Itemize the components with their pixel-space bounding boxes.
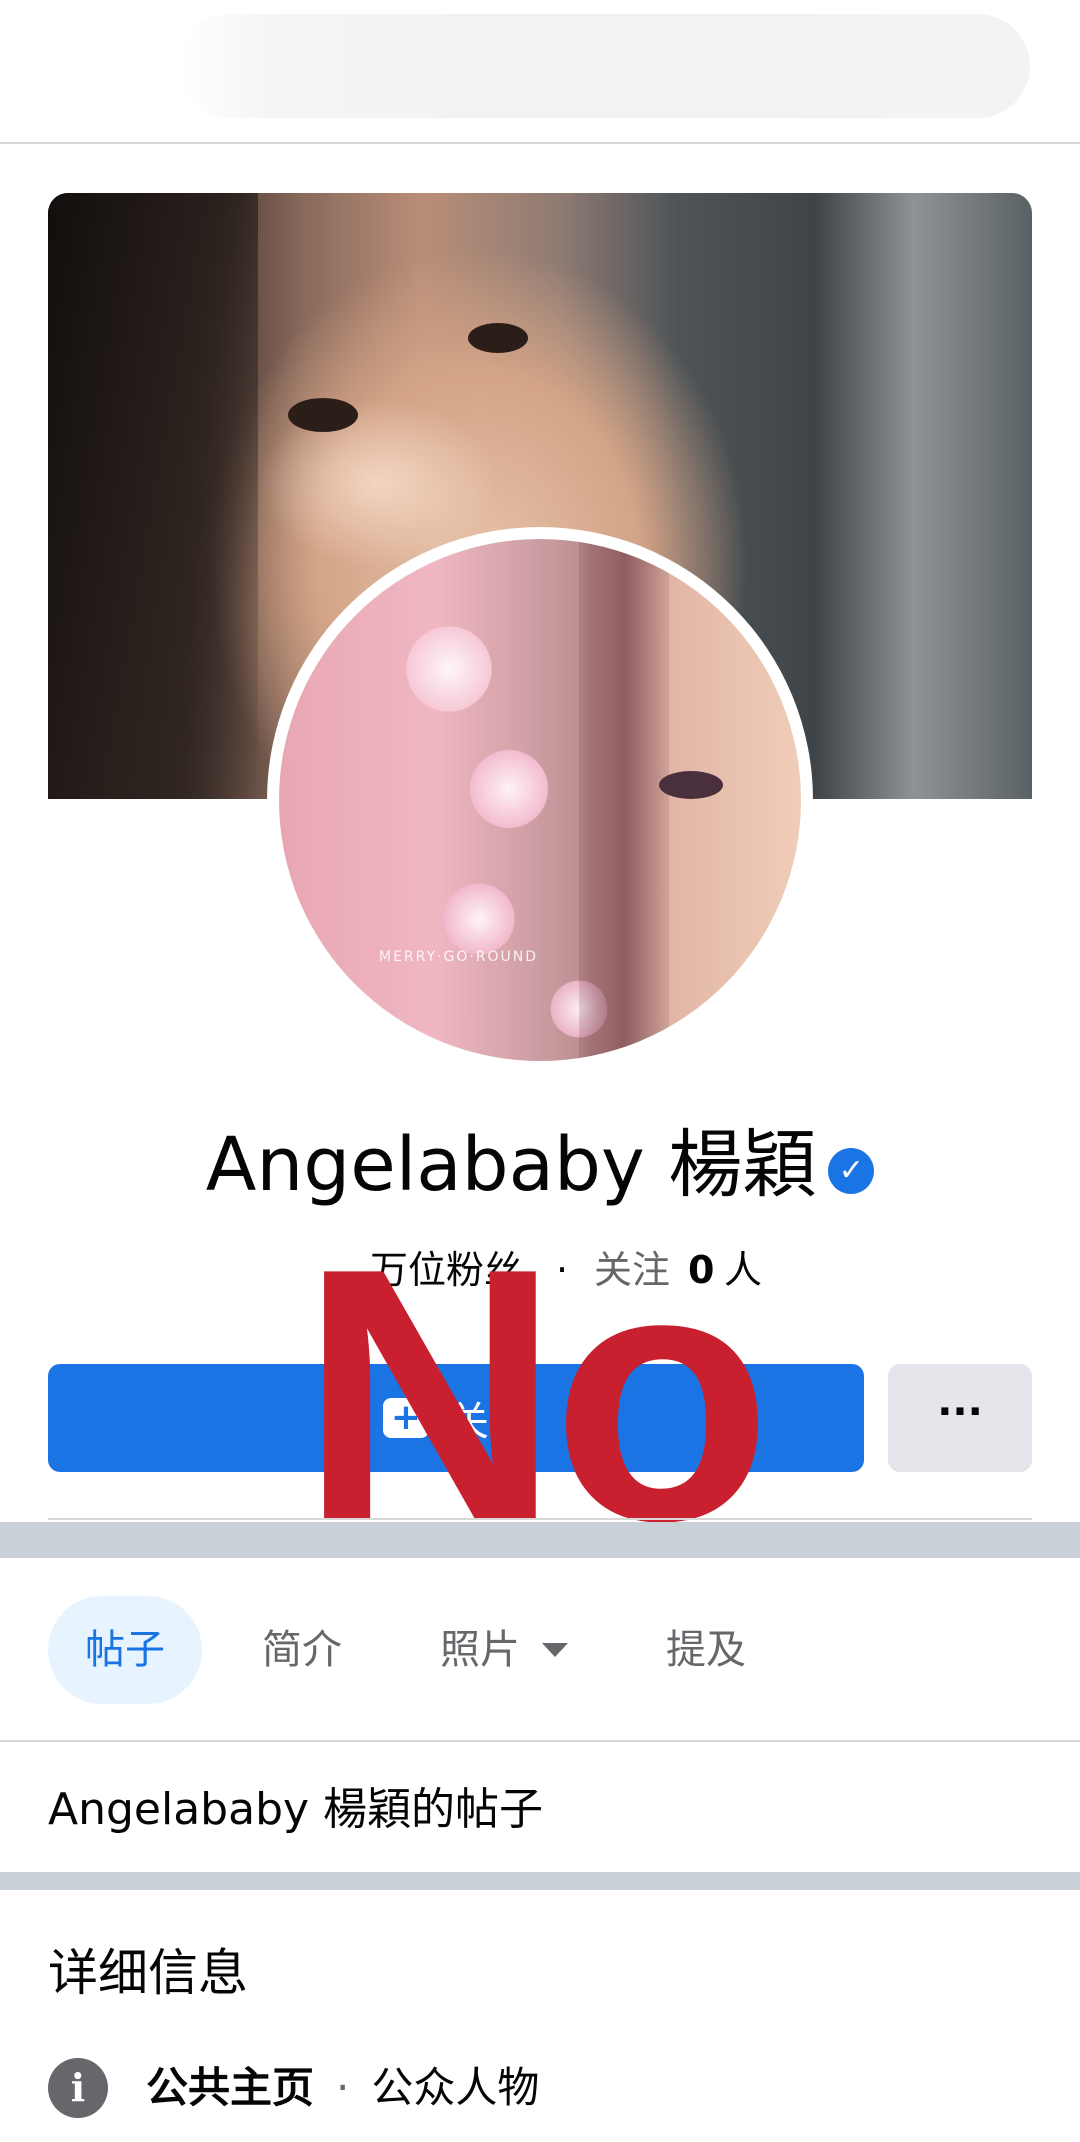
tab-photos[interactable]: 照片 — [440, 1596, 568, 1704]
divider — [48, 1518, 1032, 1520]
tab-about[interactable]: 简介 — [262, 1596, 342, 1704]
cover-eye-left — [288, 398, 358, 432]
avatar-eye — [659, 771, 723, 799]
section-separator — [0, 1872, 1080, 1890]
page-category-line: 公共主页 · 公众人物 — [146, 2058, 539, 2118]
divider — [0, 1740, 1080, 1742]
section-separator — [0, 1522, 1080, 1558]
search-bar[interactable] — [178, 14, 1030, 118]
avatar-hair-strand — [579, 539, 669, 1061]
page-category-value[interactable]: 公众人物 — [371, 2063, 539, 2112]
overlay-no-text: No — [300, 1194, 772, 1596]
avatar-image: MERRY·GO·ROUND — [279, 539, 801, 1061]
cover-hair-shade — [48, 193, 258, 799]
posts-header: Angelababy 楊穎的帖子 — [48, 1784, 544, 1835]
tab-mentions[interactable]: 提及 — [666, 1596, 746, 1704]
caret-down-icon — [542, 1643, 568, 1657]
verified-badge-icon: ✓ — [828, 1148, 875, 1194]
info-icon: i — [48, 2058, 108, 2118]
cover-eye-right — [468, 323, 528, 353]
more-dots-icon[interactable]: ··· — [888, 1364, 1032, 1472]
info-separator: · — [336, 2063, 350, 2112]
details-title: 详细信息 — [48, 1944, 248, 2002]
profile-avatar[interactable]: MERRY·GO·ROUND — [267, 527, 813, 1073]
tab-posts[interactable]: 帖子 — [48, 1596, 202, 1704]
avatar-poster-text: MERRY·GO·ROUND — [379, 949, 539, 965]
page-type-label: 公共主页 — [146, 2063, 315, 2112]
tab-photos-label: 照片 — [440, 1627, 520, 1673]
